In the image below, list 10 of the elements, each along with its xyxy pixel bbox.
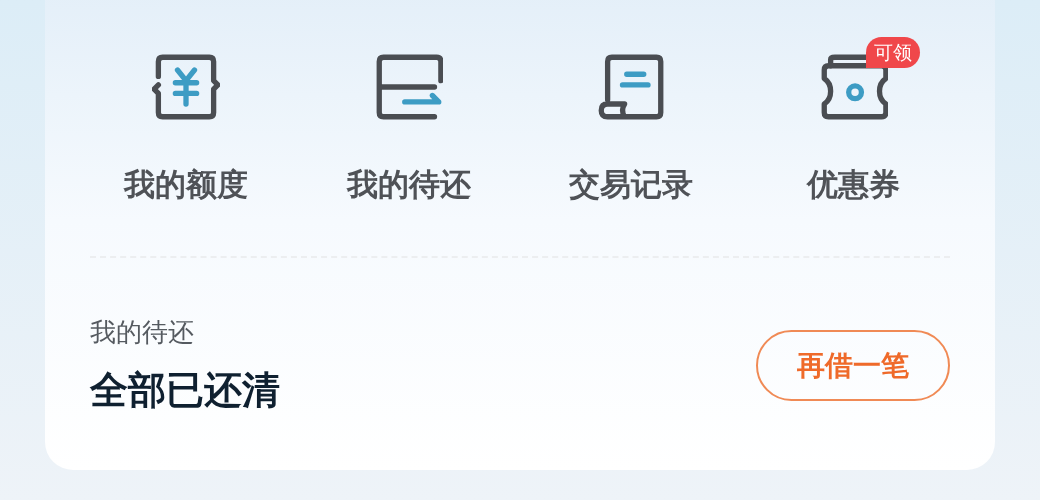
- bill-arrow-icon: [374, 53, 443, 121]
- badge: 可领: [865, 37, 920, 68]
- shortcut-label[interactable]: 我的额度: [124, 161, 249, 208]
- yuan-icon: [152, 53, 221, 121]
- shortcut-label[interactable]: 优惠券: [807, 161, 901, 208]
- repayment-status: 全部已还清: [90, 366, 280, 414]
- receipt-icon: [597, 53, 666, 121]
- section-title: 我的待还: [90, 315, 195, 349]
- shortcut-label[interactable]: 我的待还: [346, 161, 471, 208]
- shortcut-label[interactable]: 交易记录: [569, 161, 694, 208]
